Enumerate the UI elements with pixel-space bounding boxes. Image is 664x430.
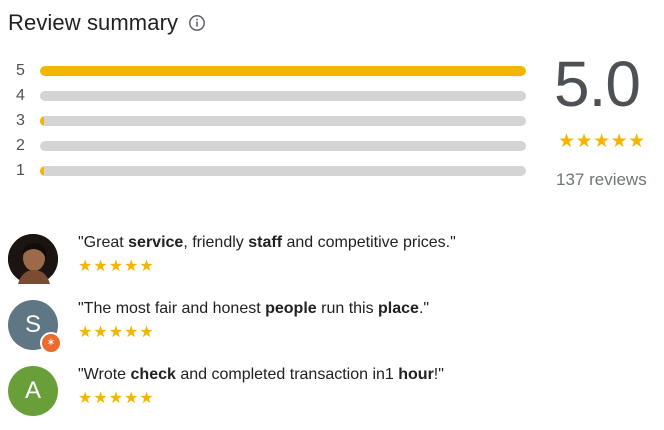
review-snippets: "Great service, friendly staff and compe… xyxy=(8,232,648,430)
rating-bar-row[interactable]: 3 xyxy=(16,108,526,133)
rating-bar-row[interactable]: 2 xyxy=(16,133,526,158)
rating-bar-fill xyxy=(40,115,44,126)
quote-text: and competitive prices." xyxy=(282,234,456,251)
quote-keyword: service xyxy=(128,234,184,251)
rating-bar-track xyxy=(40,140,526,151)
quote-text: "The most fair and honest xyxy=(78,300,266,317)
rating-bar-label: 4 xyxy=(16,86,25,104)
rating-bar-label: 3 xyxy=(16,111,25,129)
review-snippet-body: "Great service, friendly staff and compe… xyxy=(78,232,456,276)
review-stars: ★★★★★ xyxy=(78,324,155,341)
rating-bar-track xyxy=(40,65,526,76)
review-stars: ★★★★★ xyxy=(78,390,155,407)
review-count-link[interactable]: 137 reviews xyxy=(556,170,647,190)
review-snippet-body: "The most fair and honest people run thi… xyxy=(78,298,429,342)
quote-text: run this xyxy=(316,300,379,317)
local-guide-icon: ✶ xyxy=(40,332,62,354)
review-snippet[interactable]: A "Wrote check and completed transaction… xyxy=(8,364,648,430)
rating-distribution: 5 4 3 2 1 xyxy=(16,58,526,183)
review-quote: "Wrote check and completed transaction i… xyxy=(78,364,444,386)
quote-keyword: place xyxy=(378,300,419,317)
review-quote: "Great service, friendly staff and compe… xyxy=(78,232,456,254)
review-quote: "The most fair and honest people run thi… xyxy=(78,298,429,320)
quote-keyword: check xyxy=(130,366,176,383)
rating-bar-label: 2 xyxy=(16,136,25,154)
review-summary-header: Review summary xyxy=(8,10,206,36)
rating-bar-track xyxy=(40,165,526,176)
rating-bar-label: 1 xyxy=(16,161,25,179)
review-snippet-body: "Wrote check and completed transaction i… xyxy=(78,364,444,408)
rating-bar-row[interactable]: 4 xyxy=(16,83,526,108)
rating-bar-fill xyxy=(40,165,44,176)
avatar-initial: A xyxy=(24,377,41,404)
quote-keyword: people xyxy=(265,300,317,317)
quote-keyword: staff xyxy=(248,234,283,251)
quote-keyword: hour xyxy=(398,366,434,383)
quote-text: !" xyxy=(433,366,444,383)
avatar[interactable]: A xyxy=(8,366,58,416)
quote-text: "Wrote xyxy=(78,366,131,383)
quote-text: ." xyxy=(418,300,430,317)
page-title: Review summary xyxy=(8,10,179,35)
quote-text: , friendly xyxy=(183,234,249,251)
review-snippet[interactable]: S ✶ "The most fair and honest people run… xyxy=(8,298,648,364)
rating-bar-track xyxy=(40,115,526,126)
rating-bar-fill xyxy=(40,65,526,76)
average-rating-score: 5.0 xyxy=(554,48,641,120)
avatar[interactable] xyxy=(8,234,58,284)
info-icon[interactable] xyxy=(188,14,206,32)
rating-bar-track xyxy=(40,90,526,101)
avatar[interactable]: S ✶ xyxy=(8,300,62,354)
rating-bar-row[interactable]: 5 xyxy=(16,58,526,83)
review-snippet[interactable]: "Great service, friendly staff and compe… xyxy=(8,232,648,298)
average-rating-stars: ★★★★★ xyxy=(558,131,646,152)
rating-bar-label: 5 xyxy=(16,61,25,79)
profile-photo-icon xyxy=(8,234,58,284)
rating-bar-row[interactable]: 1 xyxy=(16,158,526,183)
quote-text: "Great xyxy=(78,234,129,251)
quote-text: and completed transaction in1 xyxy=(175,366,399,383)
review-stars: ★★★★★ xyxy=(78,258,155,275)
